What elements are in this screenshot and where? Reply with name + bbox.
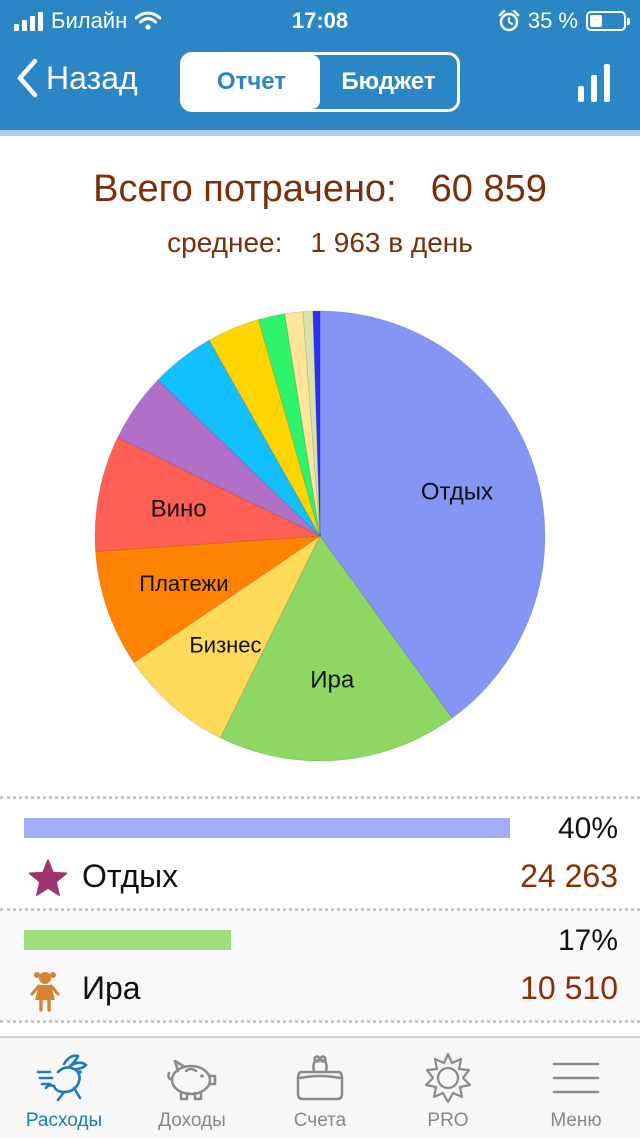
pie-slice-label: Отдых xyxy=(421,479,493,506)
segmented-control: Отчет Бюджет xyxy=(180,52,460,112)
segment-report[interactable]: Отчет xyxy=(183,55,320,109)
category-amount: 10 510 xyxy=(520,970,618,1006)
menu-icon xyxy=(552,1062,600,1094)
category-percent: 17% xyxy=(557,924,618,957)
total-value: 60 859 xyxy=(430,168,547,210)
category-share-bar xyxy=(24,930,231,950)
alarm-icon xyxy=(498,10,520,32)
tab-bar: Расходы Доходы Счета PRO Меню xyxy=(0,1036,640,1138)
divider xyxy=(0,908,640,911)
tab-label: Расходы xyxy=(25,1110,103,1131)
divider xyxy=(0,796,640,799)
tab-label: Счета xyxy=(293,1110,347,1131)
divider xyxy=(0,1020,640,1023)
status-right: 35 % xyxy=(498,8,630,34)
average-label: среднее: xyxy=(167,227,283,258)
tab-menu[interactable]: Меню xyxy=(512,1038,640,1138)
tab-accounts[interactable]: Счета xyxy=(256,1038,384,1138)
bar-chart-icon[interactable] xyxy=(578,64,610,102)
category-row[interactable]: 40% Отдых 24 263 xyxy=(0,800,640,910)
category-name: Отдых xyxy=(82,858,179,894)
running-rabbit-icon xyxy=(36,1054,88,1102)
average-value: 1 963 в день xyxy=(310,227,473,258)
sun-icon xyxy=(424,1052,472,1104)
girl-icon xyxy=(30,972,60,1012)
battery-icon xyxy=(586,11,630,31)
category-percent: 40% xyxy=(557,812,618,845)
spending-summary: Всего потрачено: 60 859 среднее: 1 963 в д… xyxy=(0,168,640,259)
nav-bar: Назад Отчет Бюджет xyxy=(0,40,640,136)
segment-budget[interactable]: Бюджет xyxy=(320,55,457,109)
tab-income[interactable]: Доходы xyxy=(128,1038,256,1138)
pie-slice-label: Бизнес xyxy=(189,633,261,658)
tab-expenses[interactable]: Расходы xyxy=(0,1038,128,1138)
battery-percent: 35 % xyxy=(527,8,578,33)
tab-pro[interactable]: PRO xyxy=(384,1038,512,1138)
average-spent: среднее: 1 963 в день xyxy=(0,227,640,259)
back-button[interactable]: Назад xyxy=(16,58,138,98)
expense-pie-chart[interactable]: Отдых Ира Бизнес Платежи Вино xyxy=(0,290,640,780)
star-icon xyxy=(28,859,68,897)
tab-label: Меню xyxy=(550,1110,602,1131)
category-row[interactable]: 17% Ира 10 510 xyxy=(0,912,640,1022)
pie-slice-label: Платежи xyxy=(139,571,228,596)
category-name: Ира xyxy=(82,970,141,1006)
piggy-bank-icon xyxy=(167,1059,217,1101)
tab-label: Доходы xyxy=(158,1110,226,1131)
pie-slice-label: Ира xyxy=(310,666,355,693)
tab-label: PRO xyxy=(427,1110,469,1131)
category-amount: 24 263 xyxy=(520,858,618,894)
total-label: Всего потрачено: xyxy=(93,168,397,210)
total-spent: Всего потрачено: 60 859 xyxy=(0,168,640,211)
chevron-left-icon xyxy=(17,58,38,98)
pie-slice-label: Вино xyxy=(151,496,207,523)
wallet-icon xyxy=(296,1055,344,1101)
category-share-bar xyxy=(24,818,510,838)
status-bar: Билайн 17:08 35 % xyxy=(0,0,640,40)
back-label: Назад xyxy=(46,59,138,96)
